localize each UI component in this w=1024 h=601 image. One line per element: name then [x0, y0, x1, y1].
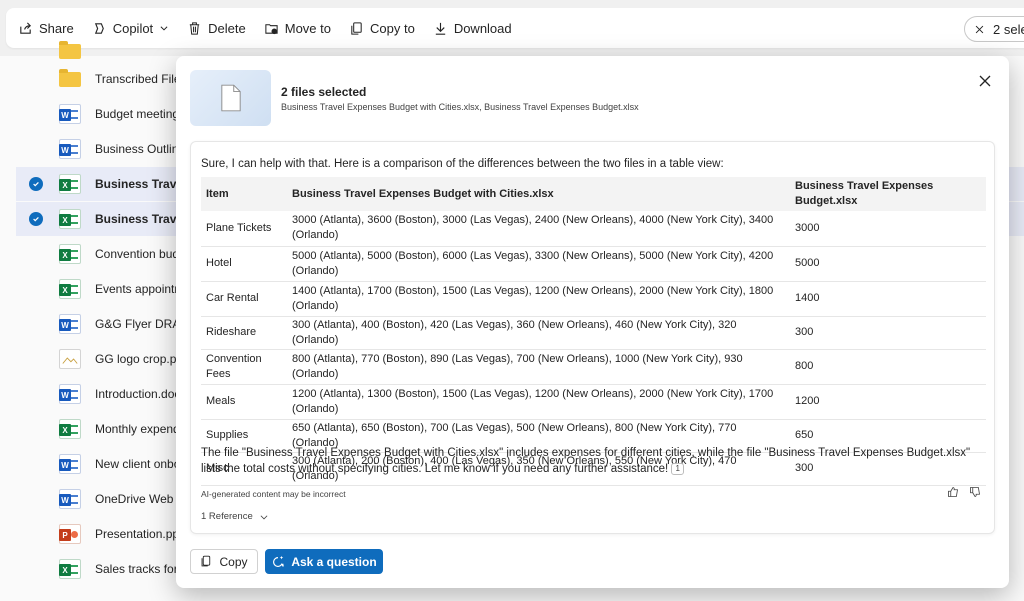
table-cell-cities: 3000 (Atlanta), 3600 (Boston), 3000 (Las… [287, 211, 790, 247]
excel-file-icon: X [59, 419, 81, 439]
table-cell-item: Hotel [201, 246, 287, 282]
folder-icon [59, 41, 81, 59]
response-outro-text: The file "Business Travel Expenses Budge… [201, 447, 971, 475]
response-outro: The file "Business Travel Expenses Budge… [201, 445, 986, 477]
table-cell-cities: 800 (Atlanta), 770 (Boston), 890 (Las Ve… [287, 349, 790, 385]
file-name: Budget meeting [95, 107, 180, 121]
chat-sparkle-icon [273, 555, 285, 567]
table-row: Convention Fees 800 (Atlanta), 770 (Bosto… [201, 349, 986, 385]
folder-icon [59, 69, 81, 87]
close-icon[interactable] [977, 73, 993, 89]
table-cell-total: 300 [790, 316, 986, 350]
table-row: Meals 1200 (Atlanta), 1300 (Boston), 1500… [201, 384, 986, 420]
file-name: Business Outline [95, 142, 186, 156]
references-toggle[interactable]: 1 Reference [201, 511, 269, 522]
references-label: 1 Reference [201, 511, 253, 522]
word-file-icon: W [59, 489, 81, 509]
file-name: Business Travel [95, 212, 187, 226]
word-file-icon: W [59, 454, 81, 474]
table-cell-total: 1400 [790, 281, 986, 317]
table-cell-total: 5000 [790, 246, 986, 282]
table-cell-cities: 300 (Atlanta), 400 (Boston), 420 (Las Ve… [287, 316, 790, 350]
table-cell-cities: 1400 (Atlanta), 1700 (Boston), 1500 (Las… [287, 281, 790, 317]
table-cell-item: Rideshare [201, 316, 287, 350]
checkmark-icon[interactable] [29, 177, 43, 191]
table-cell-total: 1200 [790, 384, 986, 420]
ask-question-label: Ask a question [291, 554, 377, 569]
table-header-item: Item [201, 177, 287, 211]
comparison-table: Item Business Travel Expenses Budget wit… [201, 177, 986, 486]
close-icon [975, 25, 984, 33]
file-name: Events appointm [95, 282, 185, 296]
excel-file-icon: X [59, 174, 81, 194]
table-row: Hotel 5000 (Atlanta), 5000 (Boston), 6000… [201, 246, 986, 282]
table-row: Rideshare 300 (Atlanta), 400 (Boston), 42… [201, 316, 986, 350]
document-icon [220, 84, 241, 112]
excel-file-icon: X [59, 244, 81, 264]
word-file-icon: W [59, 314, 81, 334]
ai-disclaimer: AI-generated content may be incorrect [201, 489, 346, 499]
file-name: G&G Flyer DRAF [95, 317, 188, 331]
file-name: Introduction.doc [95, 387, 181, 401]
feedback-buttons [947, 486, 981, 498]
file-name: OneDrive Web c [95, 492, 183, 506]
copilot-compare-dialog: 2 files selected Business Travel Expense… [176, 56, 1009, 588]
word-file-icon: W [59, 384, 81, 404]
excel-file-icon: X [59, 279, 81, 299]
table-cell-item: Plane Tickets [201, 211, 287, 247]
chevron-down-icon [160, 26, 168, 31]
word-file-icon: W [59, 104, 81, 124]
table-cell-total: 3000 [790, 211, 986, 247]
powerpoint-file-icon: P [59, 524, 81, 544]
ask-question-button[interactable]: Ask a question [265, 549, 383, 574]
dialog-title: 2 files selected [281, 85, 367, 99]
table-row: Plane Tickets 3000 (Atlanta), 3600 (Bosto… [201, 211, 986, 247]
table-cell-total: 800 [790, 349, 986, 385]
file-name: Transcribed Files [95, 72, 187, 86]
copy-icon [202, 555, 211, 567]
word-file-icon: W [59, 139, 81, 159]
excel-file-icon: X [59, 559, 81, 579]
chevron-down-icon [260, 514, 268, 519]
thumbs-down-icon[interactable] [969, 486, 981, 498]
image-file-icon [59, 349, 81, 369]
file-name: GG logo crop.pn [95, 352, 184, 366]
file-name: Business Travel [95, 177, 187, 191]
file-name: Presentation.ppt [95, 527, 183, 541]
table-cell-cities: 1200 (Atlanta), 1300 (Boston), 1500 (Las… [287, 384, 790, 420]
checkmark-icon[interactable] [29, 212, 43, 226]
table-cell-item: Convention Fees [201, 349, 287, 385]
file-name: Monthly expend [95, 422, 180, 436]
excel-file-icon: X [59, 209, 81, 229]
table-cell-item: Meals [201, 384, 287, 420]
thumbs-up-icon[interactable] [947, 486, 959, 498]
files-thumbnail [190, 70, 271, 126]
table-cell-cities: 5000 (Atlanta), 5000 (Boston), 6000 (Las… [287, 246, 790, 282]
file-name: Sales tracks for [95, 562, 178, 576]
table-cell-item: Car Rental [201, 281, 287, 317]
response-card: Sure, I can help with that. Here is a co… [190, 141, 995, 534]
reference-marker[interactable]: 1 [671, 462, 684, 475]
response-intro: Sure, I can help with that. Here is a co… [201, 158, 724, 170]
dialog-subtitle: Business Travel Expenses Budget with Cit… [281, 102, 639, 112]
table-header-totals: Business Travel Expenses Budget.xlsx [790, 177, 986, 211]
copy-button[interactable]: Copy [190, 549, 258, 574]
table-row: Car Rental 1400 (Atlanta), 1700 (Boston),… [201, 281, 986, 317]
copy-label: Copy [219, 554, 248, 569]
table-header-cities: Business Travel Expenses Budget with Cit… [287, 177, 790, 211]
table-header-row: Item Business Travel Expenses Budget wit… [201, 177, 986, 211]
file-name: New client onbo [95, 457, 181, 471]
file-name: Convention bud [95, 247, 180, 261]
